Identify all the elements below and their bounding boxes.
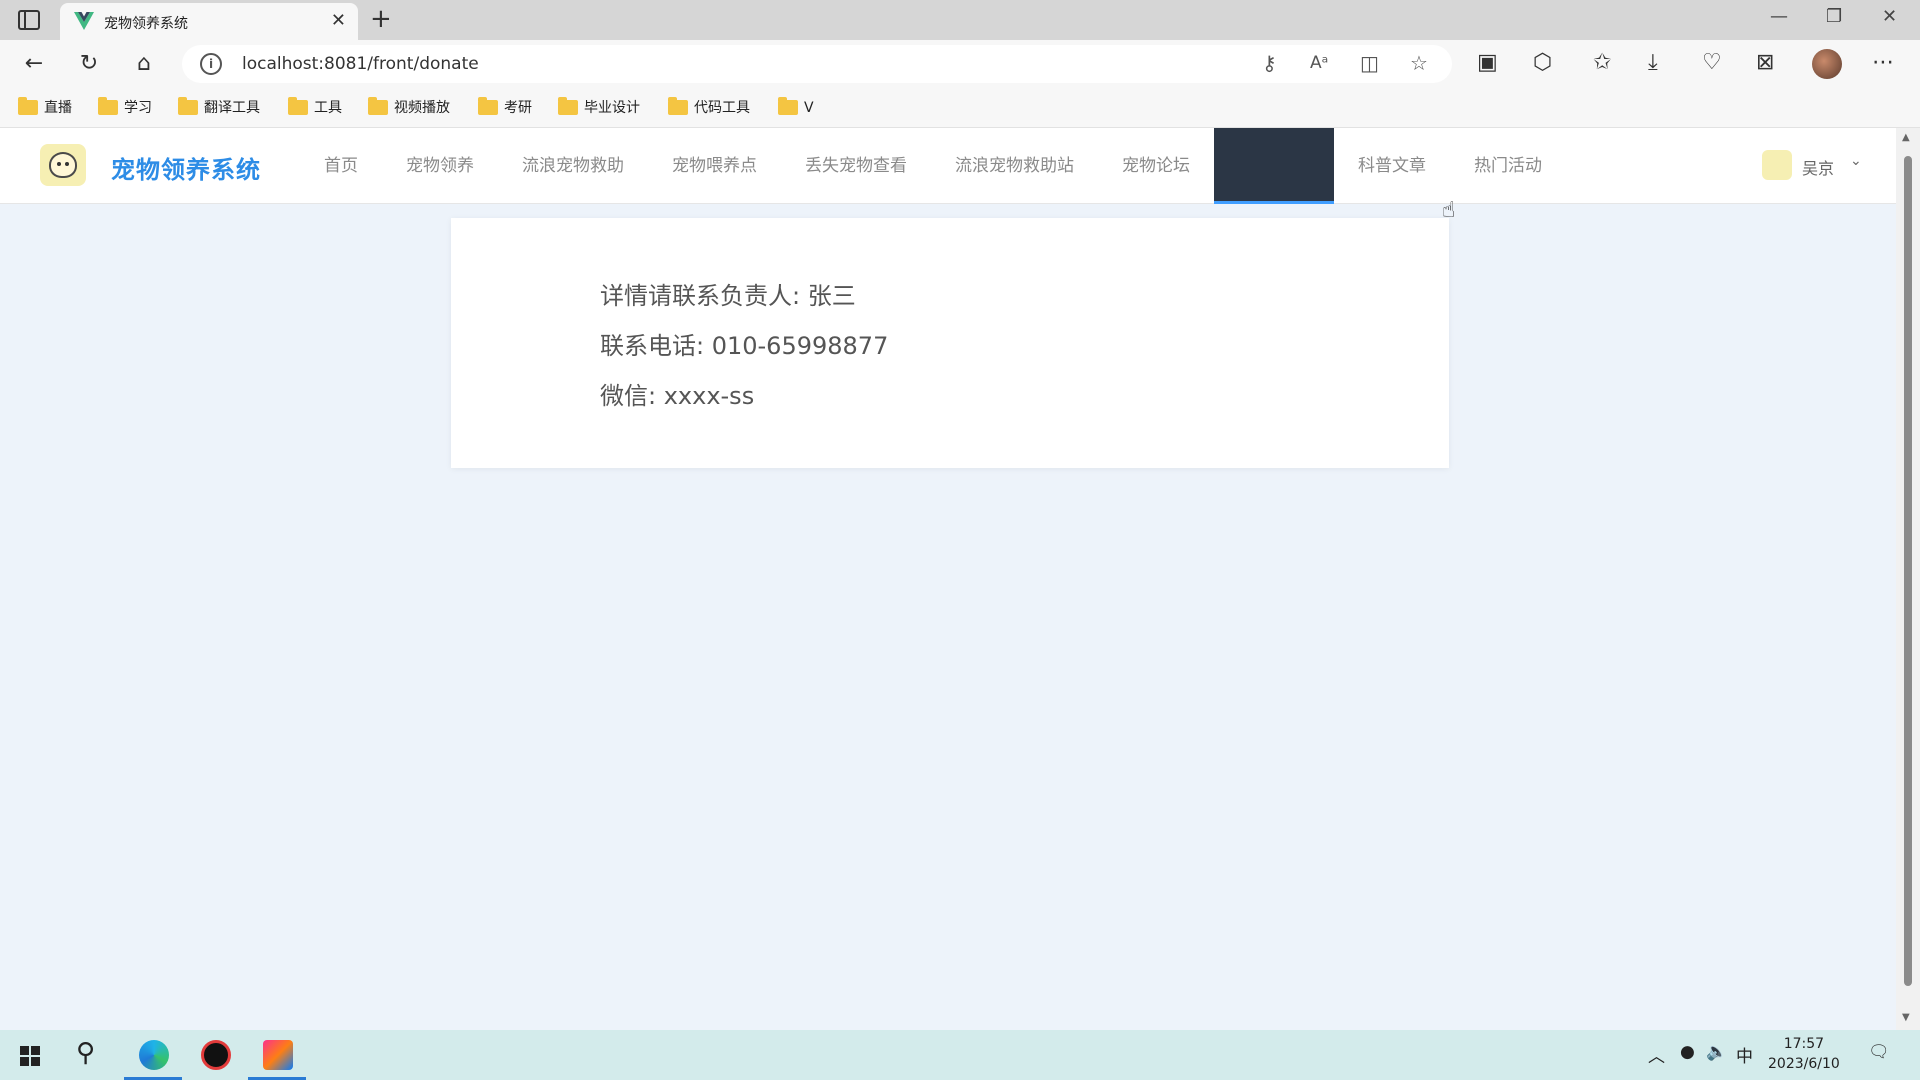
bookmark-folder[interactable]: 代码工具 <box>668 97 750 119</box>
page-content: 宠物领养系统 首页 宠物领养 流浪宠物救助 宠物喂养点 丢失宠物查看 流浪宠物救… <box>0 128 1896 1030</box>
folder-icon <box>778 97 798 115</box>
folder-icon <box>288 97 308 115</box>
split-screen-icon[interactable]: ◫ <box>1360 51 1379 75</box>
bookmarks-bar: 直播 学习 翻译工具 工具 视频播放 考研 毕业设计 代码工具 V <box>0 88 1920 128</box>
browser-titlebar: 宠物领养系统 ✕ + — ❐ ✕ <box>0 0 1920 40</box>
address-bar[interactable]: i localhost:8081/front/donate ⚷ Aᵃ ◫ ☆ <box>182 45 1452 83</box>
bookmark-folder[interactable]: 视频播放 <box>368 97 450 119</box>
volume-icon[interactable]: 🔈 <box>1706 1042 1727 1062</box>
user-name: 吴京 <box>1802 159 1835 178</box>
site-info-icon[interactable]: i <box>200 53 222 75</box>
menu-item-feeding-points[interactable]: 宠物喂养点 <box>648 128 781 204</box>
browser-tab[interactable]: 宠物领养系统 ✕ <box>60 3 358 40</box>
tab-title: 宠物领养系统 <box>104 16 188 32</box>
contact-person-text: 详情请联系负责人: 张三 <box>600 282 856 310</box>
clock-date: 2023/6/10 <box>1768 1056 1840 1072</box>
menu-item-rescue-stations[interactable]: 流浪宠物救助站 <box>931 128 1098 204</box>
downloads-icon[interactable]: ⤓ <box>1648 50 1658 75</box>
site-logo[interactable] <box>40 144 86 186</box>
folder-icon <box>668 97 688 115</box>
bookmark-folder[interactable]: 毕业设计 <box>558 97 640 119</box>
browser-toolbar: ← ↻ ⌂ i localhost:8081/front/donate ⚷ Aᵃ… <box>0 40 1920 88</box>
intellij-icon <box>263 1040 293 1070</box>
notification-icon[interactable]: 🗨 <box>1868 1042 1890 1062</box>
pet-logo-icon <box>49 152 77 178</box>
bookmark-folder[interactable]: 学习 <box>98 97 152 119</box>
scroll-down-arrow-icon[interactable]: ▼ <box>1902 1012 1910 1023</box>
scroll-thumb[interactable] <box>1904 156 1912 986</box>
site-navbar: 宠物领养系统 首页 宠物领养 流浪宠物救助 宠物喂养点 丢失宠物查看 流浪宠物救… <box>0 128 1896 204</box>
home-button[interactable]: ⌂ <box>128 48 160 80</box>
read-aloud-icon[interactable]: Aᵃ <box>1310 53 1328 73</box>
bookmark-folder[interactable]: 直播 <box>18 97 72 119</box>
menu-item-lost-pets[interactable]: 丢失宠物查看 <box>781 128 931 204</box>
bookmark-folder[interactable]: 考研 <box>478 97 532 119</box>
more-icon[interactable]: ⋯ <box>1872 50 1894 75</box>
key-icon[interactable]: ⚷ <box>1262 51 1277 75</box>
folder-icon <box>18 97 38 115</box>
bookmark-folder[interactable]: V <box>778 97 814 119</box>
start-button[interactable] <box>0 1034 58 1080</box>
menu-item-pet-adoption[interactable]: 宠物领养 <box>382 128 498 204</box>
microphone-icon[interactable]: ● <box>1680 1042 1695 1062</box>
menu-item-stray-rescue[interactable]: 流浪宠物救助 <box>498 128 648 204</box>
user-menu[interactable]: 吴京 ⌄ <box>1762 150 1872 182</box>
back-button[interactable]: ← <box>18 48 50 80</box>
donate-info-card: 详情请联系负责人: 张三 联系电话: 010-65998877 微信: xxxx… <box>451 218 1449 468</box>
url-text[interactable]: localhost:8081/front/donate <box>242 54 479 74</box>
vue-favicon-icon <box>74 12 94 30</box>
favorite-star-icon[interactable]: ☆ <box>1410 51 1428 75</box>
taskbar-intellij[interactable] <box>248 1034 306 1080</box>
taskbar-clock[interactable]: 17:57 2023/6/10 <box>1768 1034 1840 1074</box>
clock-time: 17:57 <box>1783 1036 1825 1052</box>
close-window-button[interactable]: ✕ <box>1882 6 1897 27</box>
folder-icon <box>178 97 198 115</box>
menu-item-donate-active[interactable] <box>1214 128 1334 204</box>
hand-cursor-icon: ☝ <box>1442 198 1456 223</box>
restore-button[interactable]: ❐ <box>1826 6 1842 27</box>
wechat-text: 微信: xxxx-ss <box>600 382 755 410</box>
windows-taskbar: ⚲ ︿ ● 🔈 中 17:57 2023/6/10 🗨 <box>0 1030 1920 1080</box>
edge-icon <box>139 1040 169 1070</box>
folder-icon <box>98 97 118 115</box>
folder-icon <box>368 97 388 115</box>
taskbar-search-button[interactable]: ⚲ <box>60 1034 118 1080</box>
favorites-icon[interactable]: ✩ <box>1593 50 1611 75</box>
menu-item-articles[interactable]: 科普文章 <box>1334 128 1450 204</box>
collections-icon[interactable]: ▣ <box>1477 50 1498 75</box>
bookmark-folder[interactable]: 工具 <box>288 97 342 119</box>
menu-item-forum[interactable]: 宠物论坛 <box>1098 128 1214 204</box>
minimize-button[interactable]: — <box>1770 6 1788 27</box>
new-tab-button[interactable]: + <box>370 4 392 34</box>
menu-item-home[interactable]: 首页 <box>300 128 382 204</box>
screenshot-icon[interactable]: ⊠ <box>1756 50 1774 75</box>
media-app-icon <box>201 1040 231 1070</box>
chevron-down-icon: ⌄ <box>1850 153 1862 169</box>
folder-icon <box>558 97 578 115</box>
menu-item-events[interactable]: 热门活动 <box>1450 128 1566 204</box>
reload-button[interactable]: ↻ <box>73 48 105 80</box>
site-title[interactable]: 宠物领养系统 <box>111 150 261 185</box>
scroll-up-arrow-icon[interactable]: ▲ <box>1902 132 1910 143</box>
contact-phone-text: 联系电话: 010-65998877 <box>600 332 889 360</box>
main-menu: 首页 宠物领养 流浪宠物救助 宠物喂养点 丢失宠物查看 流浪宠物救助站 宠物论坛… <box>300 128 1566 204</box>
browser-essentials-icon[interactable]: ♡ <box>1702 50 1722 75</box>
ime-indicator[interactable]: 中 <box>1736 1042 1753 1067</box>
tray-overflow-icon[interactable]: ︿ <box>1648 1042 1665 1067</box>
windows-start-icon <box>20 1046 40 1066</box>
taskbar-edge[interactable] <box>124 1034 182 1080</box>
taskbar-media-app[interactable] <box>186 1034 244 1080</box>
search-icon: ⚲ <box>76 1038 96 1068</box>
bookmark-folder[interactable]: 翻译工具 <box>178 97 260 119</box>
folder-icon <box>478 97 498 115</box>
tab-actions-icon[interactable] <box>18 10 40 30</box>
extensions-icon[interactable]: ⬡ <box>1533 50 1552 75</box>
profile-avatar[interactable] <box>1812 49 1842 79</box>
avatar <box>1762 150 1792 180</box>
page-scrollbar[interactable]: ▲ ▼ <box>1896 128 1920 1030</box>
tab-close-icon[interactable]: ✕ <box>331 10 346 31</box>
